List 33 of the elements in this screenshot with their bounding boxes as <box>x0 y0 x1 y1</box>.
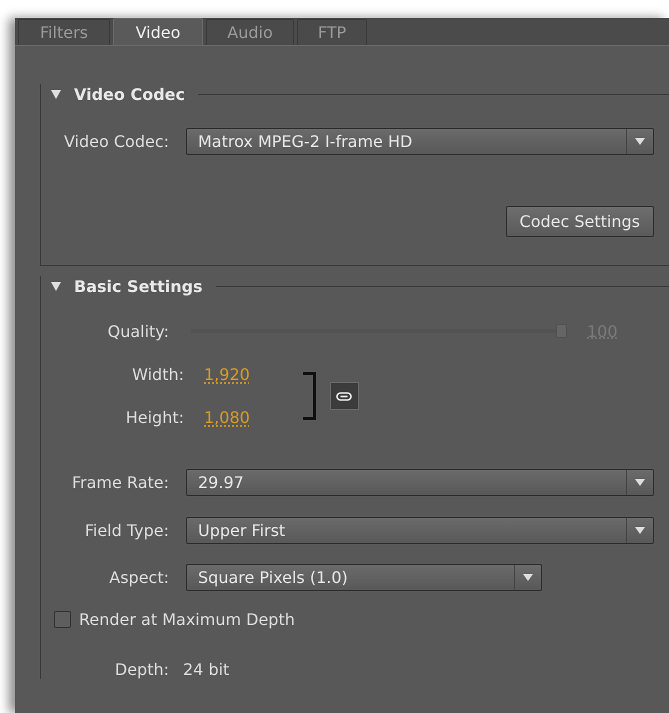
height-value[interactable]: 1,080 <box>204 408 250 427</box>
field-label: Aspect: <box>108 568 170 586</box>
tab[interactable]: Filters <box>18 19 110 45</box>
dropdown[interactable]: Square Pixels (1.0) <box>186 564 542 590</box>
tab[interactable]: Video <box>113 18 203 45</box>
field-label: Height: <box>124 408 185 427</box>
section-title: Basic Settings <box>74 276 203 296</box>
dropdown-arrow-icon <box>635 478 645 486</box>
dropdown-arrow-icon <box>635 138 645 144</box>
field-label: Video Codec: <box>62 132 170 150</box>
width-value[interactable]: 1,920 <box>204 365 250 384</box>
dropdown-arrow-icon <box>523 574 533 580</box>
dropdown[interactable]: Upper First <box>186 516 654 544</box>
checkbox[interactable] <box>54 611 71 628</box>
section-title: Video Codec <box>74 84 185 104</box>
chain-link-icon <box>336 392 352 400</box>
link-button[interactable] <box>330 382 359 410</box>
codec-settings-button[interactable]: Codec Settings <box>506 206 654 237</box>
field-label: Depth: <box>114 660 170 679</box>
field-label: Field Type: <box>84 520 170 540</box>
collapse-triangle-icon[interactable] <box>51 90 61 98</box>
depth-value: 24 bit <box>183 660 230 679</box>
checkbox-label: Render at Maximum Depth <box>79 610 295 629</box>
field-label: Quality: <box>106 322 170 340</box>
dropdown[interactable]: 29.97 <box>186 468 654 496</box>
tab[interactable]: Audio <box>206 19 294 45</box>
dropdown[interactable]: Matrox MPEG-2 I-frame HD <box>186 128 654 154</box>
field-label: Width: <box>131 365 185 384</box>
link-bracket-icon <box>302 372 316 420</box>
collapse-triangle-icon[interactable] <box>51 282 61 290</box>
dropdown-arrow-icon <box>635 526 645 534</box>
field-label: Frame Rate: <box>70 472 170 492</box>
tab[interactable]: FTP <box>297 19 367 45</box>
